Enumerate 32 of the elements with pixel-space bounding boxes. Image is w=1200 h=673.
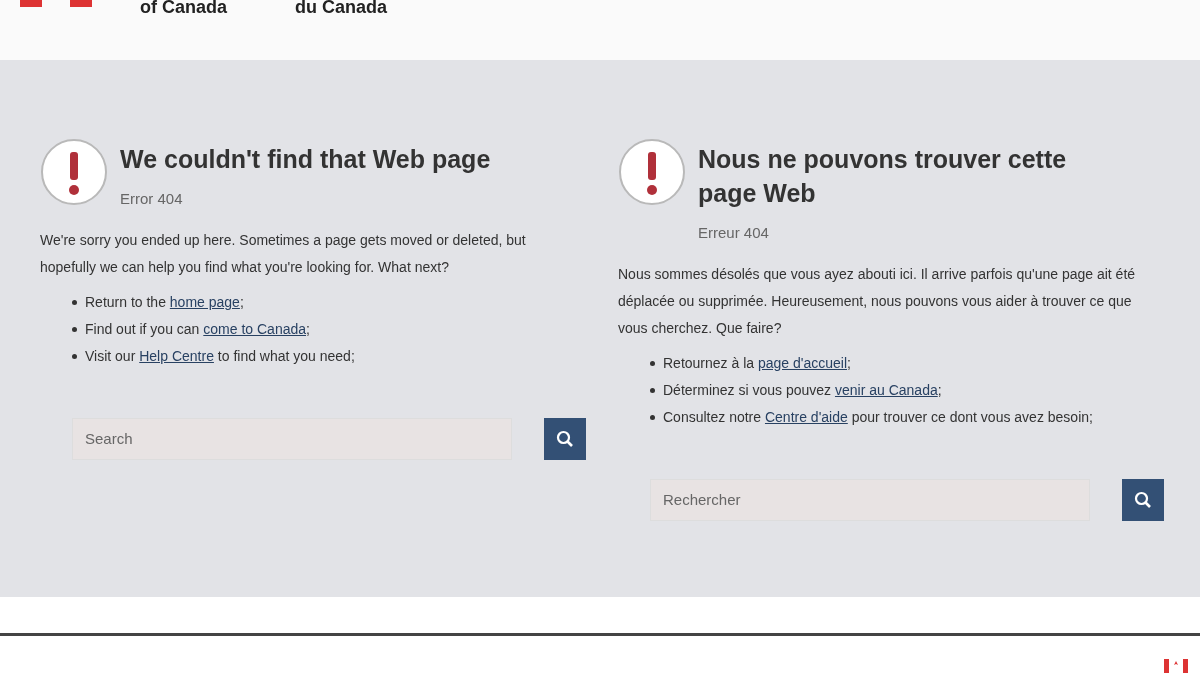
- list-item-text: Déterminez si vous pouvez venir au Canada;: [663, 380, 942, 400]
- list-item-text: Consultez notre Centre d'aide pour trouver ce dont vous avez besoin;: [663, 407, 1093, 427]
- list-item-text: Find out if you can come to Canada;: [85, 319, 310, 339]
- bullet-icon: [650, 414, 655, 420]
- bullet-icon: [72, 353, 77, 359]
- bullet-icon: [650, 387, 655, 393]
- bullet-icon: [72, 299, 77, 305]
- bullet-icon: [72, 326, 77, 332]
- search-field[interactable]: Rechercher: [650, 478, 1090, 521]
- exclamation-icon: [40, 138, 108, 206]
- link[interactable]: home page: [169, 293, 240, 310]
- exclamation-icon: [618, 138, 686, 206]
- list-item-text: Return to the home page;: [85, 292, 244, 312]
- link[interactable]: Centre d'aide: [764, 408, 848, 425]
- search-field[interactable]: Search: [72, 417, 512, 460]
- list-item-text: Visit our Help Centre to find what you need;: [85, 346, 355, 366]
- search-icon: [1134, 490, 1152, 509]
- search-button[interactable]: [1122, 478, 1164, 521]
- intro-paragraph: We're sorry you ended up here. Sometimes a page gets moved or deleted, but hopefully we can help you find what you're looking for. What next?: [40, 230, 527, 277]
- list-item-text: Retournez à la page d'accueil;: [663, 353, 851, 373]
- error-code: Erreur 404: [698, 223, 769, 243]
- page-heading: Nous ne pouvons trouver cette page Web: [698, 144, 1068, 209]
- error-code: Error 404: [120, 189, 183, 209]
- link[interactable]: Help Centre: [139, 347, 214, 364]
- page-heading: We couldn't find that Web page: [120, 144, 491, 175]
- search-icon: [556, 429, 574, 448]
- search-button[interactable]: [544, 417, 586, 460]
- link[interactable]: venir au Canada: [834, 381, 938, 398]
- intro-paragraph: Nous sommes désolés que vous ayez abouti ici. Il arrive parfois qu'une page ait été déplacée ou supprimée. Heureusement, nous pouvons vous aider à trouver ce que vous cherchez. Que faire?: [618, 264, 1137, 338]
- department-name: du Canada: [295, 0, 388, 14]
- bullet-icon: [650, 360, 655, 366]
- department-name: of Canada: [140, 0, 227, 14]
